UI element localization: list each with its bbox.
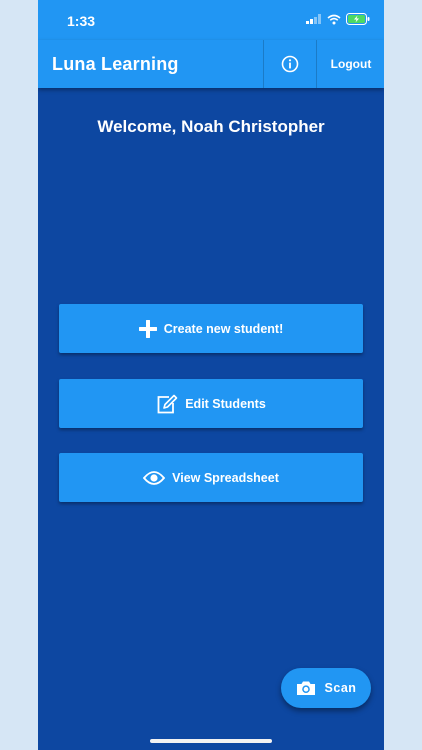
scan-label: Scan <box>324 681 357 695</box>
home-indicator[interactable] <box>150 739 272 743</box>
view-spreadsheet-label: View Spreadsheet <box>172 470 279 485</box>
camera-icon <box>296 680 316 696</box>
create-student-button[interactable]: Create new student! <box>59 304 363 353</box>
battery-icon <box>346 13 370 25</box>
status-bar: 1:33 <box>38 0 384 40</box>
welcome-heading: Welcome, Noah Christopher <box>97 117 325 136</box>
info-icon <box>281 55 299 73</box>
app-bar: Luna Learning Logout <box>38 40 384 88</box>
wifi-icon <box>327 14 341 24</box>
status-icons <box>306 13 370 25</box>
eye-icon <box>143 470 166 485</box>
edit-students-label: Edit Students <box>185 396 266 411</box>
plus-icon <box>138 319 157 338</box>
phone-screen: 1:33 Luna Learning Logout Welcome, Noah … <box>38 0 384 750</box>
create-student-label: Create new student! <box>163 321 284 336</box>
status-time: 1:33 <box>67 13 96 29</box>
info-button[interactable] <box>263 40 316 88</box>
logout-button[interactable]: Logout <box>316 40 384 88</box>
edit-students-button[interactable]: Edit Students <box>59 379 363 428</box>
edit-icon <box>156 394 178 414</box>
app-title: Luna Learning <box>52 54 179 74</box>
signal-icon <box>306 14 321 24</box>
view-spreadsheet-button[interactable]: View Spreadsheet <box>59 453 363 502</box>
scan-button[interactable]: Scan <box>281 668 371 708</box>
